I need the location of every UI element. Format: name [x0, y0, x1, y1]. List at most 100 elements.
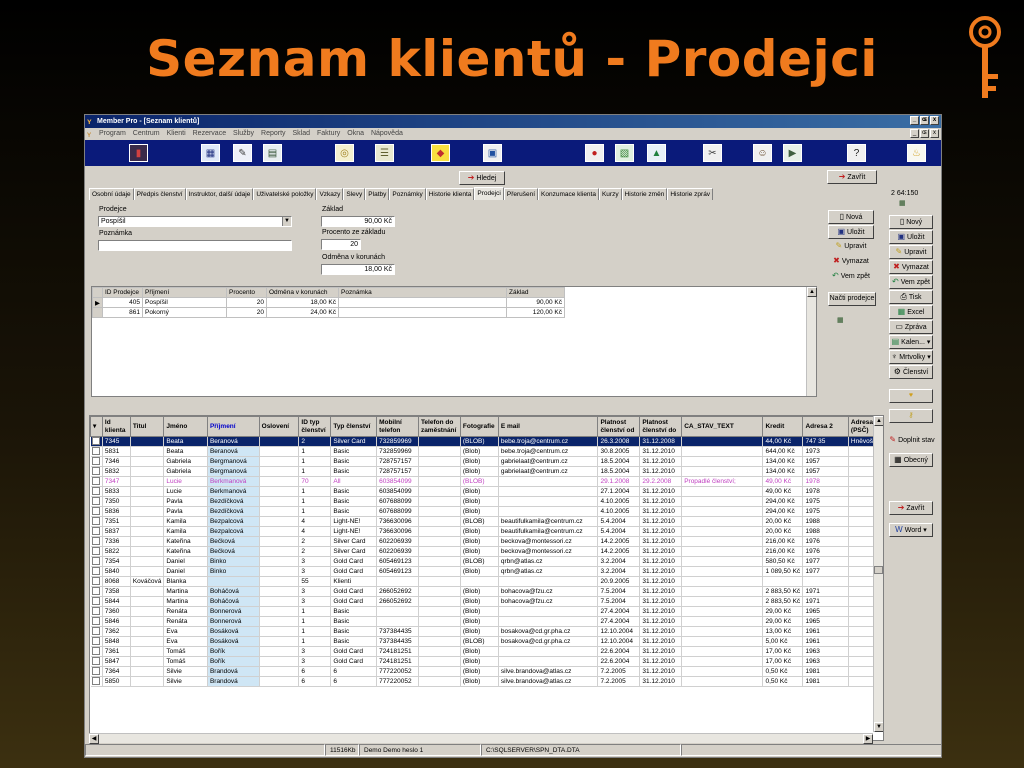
row-checkbox[interactable]: [90, 606, 103, 617]
tab-kurzy[interactable]: Kurzy: [598, 188, 622, 200]
coins-icon[interactable]: ◎: [335, 144, 354, 162]
prodejce-combo[interactable]: Pospíšil ▼: [98, 216, 292, 227]
col-fotografie[interactable]: Fotografie: [459, 416, 499, 437]
menu-program[interactable]: Program: [99, 130, 126, 137]
chart-icon[interactable]: ▤: [263, 144, 282, 162]
key-button[interactable]: ⚷: [889, 409, 933, 423]
doctor-icon[interactable]: ☺: [753, 144, 772, 162]
tab-slevy[interactable]: Slevy: [343, 188, 366, 200]
help-icon[interactable]: ?: [847, 144, 866, 162]
row-checkbox[interactable]: [90, 496, 103, 507]
tab-vzkazy[interactable]: Vzkazy: [316, 188, 344, 200]
general-button[interactable]: ▦ Obecný: [889, 453, 933, 467]
col-id-klienta[interactable]: Id klienta: [101, 416, 131, 437]
clients-hscrollbar[interactable]: ◀ ▶: [89, 733, 873, 744]
menu-centrum[interactable]: Centrum: [133, 130, 160, 137]
right-edit-button[interactable]: ✎ Upravit: [889, 245, 933, 259]
tab-instruktor[interactable]: Instruktor, další údaje: [185, 188, 254, 200]
row-checkbox[interactable]: [90, 476, 103, 487]
col-email[interactable]: E mail: [497, 416, 599, 437]
row-checkbox[interactable]: [90, 456, 103, 467]
calendar-button[interactable]: ▤ Kalen... ▾: [889, 335, 933, 349]
checkbox-icon[interactable]: [92, 467, 101, 476]
row-checkbox[interactable]: [90, 616, 103, 627]
print-button[interactable]: ⎙ Tisk: [889, 290, 933, 304]
clients-scroll-thumb[interactable]: [874, 566, 883, 574]
row-checkbox[interactable]: [90, 636, 103, 647]
row-checkbox[interactable]: [90, 466, 103, 477]
client-row[interactable]: 5846 Renáta Bonnerová 1 Basic (Blob) 27.4.2004…: [90, 616, 883, 627]
client-row[interactable]: 5848 Eva Bosáková 1 Basic 737384435 (BLOB) bosa…: [90, 636, 883, 647]
palette-icon[interactable]: ◆: [431, 144, 450, 162]
load-sellers-button[interactable]: Načti prodejce: [828, 292, 876, 306]
checkbox-icon[interactable]: [92, 557, 101, 566]
checkbox-icon[interactable]: [92, 637, 101, 646]
client-row[interactable]: 7358 Martina Boháčová 3 Gold Card 266052692 (B…: [90, 586, 883, 597]
tab-konzumace[interactable]: Konzumace klienta: [538, 188, 599, 200]
checkbox-icon[interactable]: [92, 447, 101, 456]
clients-vscrollbar[interactable]: ▲ ▼: [873, 416, 883, 732]
scroll-up-icon[interactable]: ▲: [807, 287, 817, 297]
procento-field[interactable]: 20: [321, 239, 361, 250]
client-row[interactable]: 5844 Martina Boháčová 3 Gold Card 266052692 (B…: [90, 596, 883, 607]
delivery-icon[interactable]: ▶: [783, 144, 802, 162]
col-prijmeni-sorted[interactable]: Příjmení: [206, 416, 260, 437]
row-checkbox[interactable]: [90, 646, 103, 657]
client-row[interactable]: 7364 Silvie Brandová 6 6 777220052 (Blob) silve…: [90, 666, 883, 677]
zaklad-field[interactable]: 90,00 Kč: [321, 216, 395, 227]
checkbox-icon[interactable]: [92, 527, 101, 536]
checkbox-icon[interactable]: [92, 677, 101, 686]
checkbox-icon[interactable]: [92, 627, 101, 636]
top-close-button[interactable]: ➔ Zavřít: [827, 170, 877, 184]
client-row[interactable]: 7347 Lucie Berkmanová 70 All 603854099 (BLOB) 2…: [90, 476, 883, 487]
col-titul[interactable]: Titul: [129, 416, 165, 437]
col-osloveni[interactable]: Oslovení: [258, 416, 300, 437]
menu-napoveda[interactable]: Nápověda: [371, 130, 403, 137]
tab-poznamky[interactable]: Poznámky: [389, 188, 426, 200]
tools-icon[interactable]: ✂: [703, 144, 722, 162]
checkbox-icon[interactable]: [92, 657, 101, 666]
menu-sluzby[interactable]: Služby: [233, 130, 254, 137]
client-row[interactable]: 5850 Silvie Brandová 6 6 777220052 (Blob) silve…: [90, 676, 883, 687]
col-id-prodejce[interactable]: ID Prodejce: [102, 287, 143, 298]
client-row[interactable]: 7346 Gabriela Bergmanová 1 Basic 728757157 (Bl…: [90, 456, 883, 467]
col-typ-clenstvi[interactable]: Typ členství: [330, 416, 378, 437]
client-row[interactable]: 8068 Kováčová Blanka 55 Klienti 20.9.2005 31.1…: [90, 576, 883, 587]
tab-preruseni[interactable]: Přerušení: [503, 188, 539, 200]
deadlines-button[interactable]: ♆ Mrtvolky ▾: [889, 350, 933, 364]
odmena-field[interactable]: 18,00 Kč: [321, 264, 395, 275]
row-checkbox[interactable]: [90, 586, 103, 597]
col-adresa-2[interactable]: Adresa 2: [802, 416, 849, 437]
client-row[interactable]: 5822 Kateřina Bečková 2 Silver Card 602206939…: [90, 546, 883, 557]
panel-save-button[interactable]: ▣ Uložit: [828, 225, 874, 239]
tab-predpis-clenstvi[interactable]: Předpis členství: [133, 188, 186, 200]
client-row[interactable]: 7354 Daniel Binko 3 Gold Card 605469123 (BLOB)…: [90, 556, 883, 567]
mdi-minimize-button[interactable]: _: [910, 129, 919, 138]
checkbox-icon[interactable]: [92, 517, 101, 526]
row-checkbox[interactable]: [90, 486, 103, 497]
poznamka-field[interactable]: [98, 240, 292, 251]
right-delete-button[interactable]: ✖ Vymazat: [889, 260, 933, 274]
panel-delete-button[interactable]: ✖ Vymazat: [828, 255, 874, 269]
menu-reporty[interactable]: Reporty: [261, 130, 286, 137]
row-checkbox[interactable]: [90, 536, 103, 547]
menu-okna[interactable]: Okna: [347, 130, 364, 137]
clients-scroll-down-icon[interactable]: ▼: [874, 722, 883, 732]
menu-klienti[interactable]: Klienti: [167, 130, 186, 137]
minimize-button[interactable]: _: [910, 116, 919, 125]
right-back-button[interactable]: ↶ Vem zpět: [889, 275, 933, 289]
col-kredit[interactable]: Kredit: [762, 416, 804, 437]
door-icon[interactable]: ▮: [129, 144, 148, 162]
col-jmeno[interactable]: Jméno: [163, 416, 208, 437]
checkbox-icon[interactable]: [92, 547, 101, 556]
bulb-button[interactable]: ♥: [889, 389, 933, 403]
col-telefon-zamestnani[interactable]: Telefon do zaměstnání: [417, 416, 461, 437]
tab-platby[interactable]: Platby: [365, 188, 390, 200]
client-row[interactable]: 5833 Lucie Berkmanová 1 Basic 603854099 (Blob)…: [90, 486, 883, 497]
membership-button[interactable]: ⚙ Členství: [889, 365, 933, 379]
row-checkbox[interactable]: [90, 446, 103, 457]
panel-back-button[interactable]: ↶ Vem zpět: [828, 270, 874, 284]
col-ca-stav-text[interactable]: CA_STAV_TEXT: [681, 416, 764, 437]
checkbox-icon[interactable]: [92, 477, 101, 486]
client-row[interactable]: 7362 Eva Bosáková 1 Basic 737384435 (Blob) bosa…: [90, 626, 883, 637]
